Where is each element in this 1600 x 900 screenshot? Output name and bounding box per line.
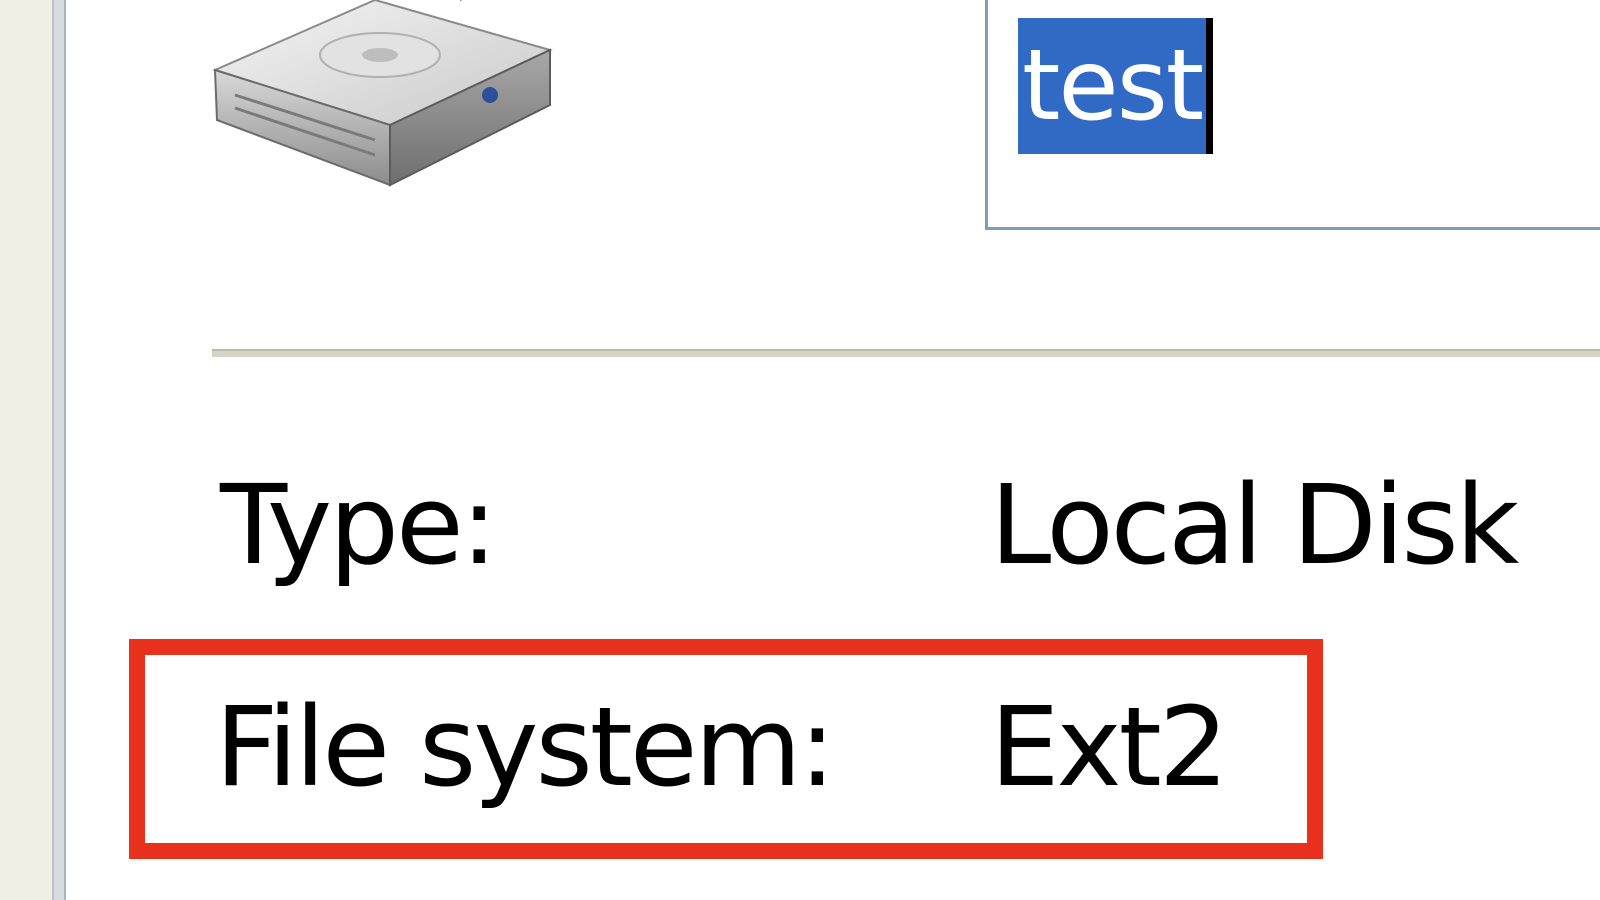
type-value: Local Disk bbox=[990, 461, 1519, 589]
annotation-highlight-box bbox=[129, 639, 1323, 859]
dialog-left-frame bbox=[0, 0, 52, 900]
type-label: Type: bbox=[220, 461, 498, 589]
section-separator bbox=[212, 349, 1600, 357]
drive-name-selected-text: test bbox=[1018, 18, 1207, 154]
drive-name-input[interactable]: test bbox=[985, 0, 1600, 230]
dialog-border bbox=[52, 0, 66, 900]
text-caret bbox=[1206, 18, 1213, 154]
properties-dialog: test Type: Local Disk File system: Ext2 bbox=[0, 0, 1600, 900]
hard-drive-icon bbox=[212, 0, 553, 187]
